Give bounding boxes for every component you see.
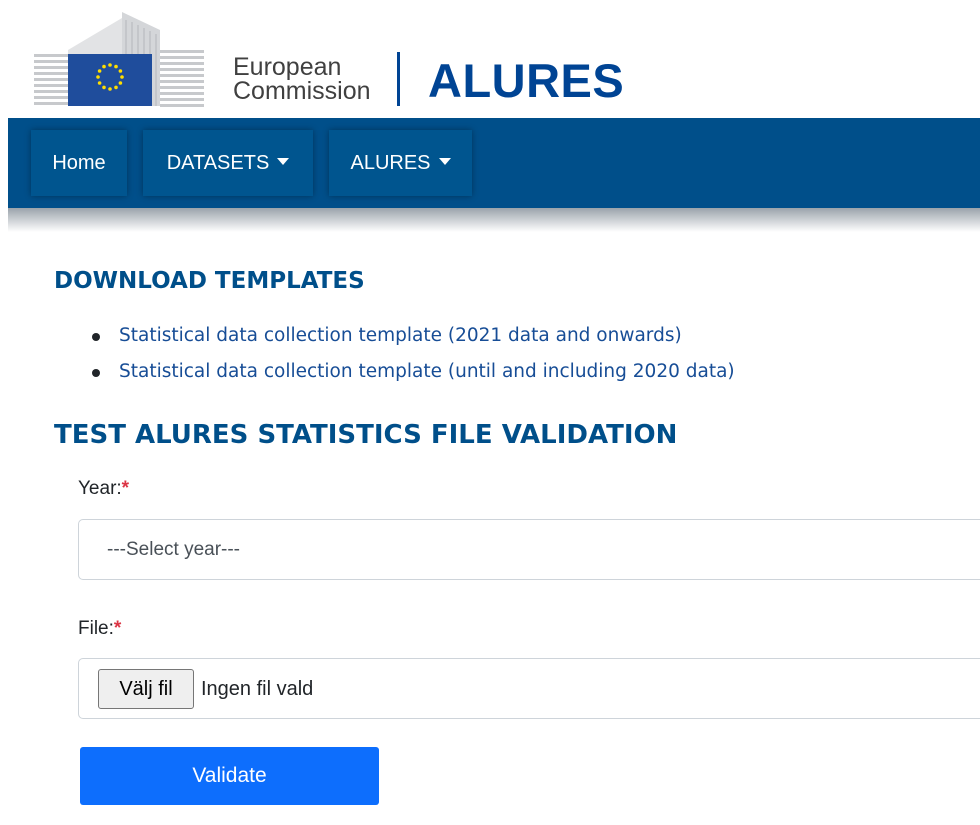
year-select-placeholder: ---Select year---	[107, 539, 241, 560]
caret-down-icon	[277, 158, 290, 165]
list-item: Statistical data collection template (20…	[92, 318, 735, 354]
logo-text: European Commission	[233, 53, 371, 105]
list-item: Statistical data collection template (un…	[92, 354, 735, 390]
logo-divider	[397, 52, 400, 106]
template-link-until-2020[interactable]: Statistical data collection template (un…	[119, 361, 735, 382]
nav-datasets-label: DATASETS	[166, 152, 270, 174]
site-header: European Commission ALURES	[0, 0, 980, 118]
file-status-text: Ingen fil vald	[201, 678, 314, 700]
validate-button[interactable]: Validate	[80, 747, 379, 805]
nav-datasets-dropdown[interactable]: DATASETS	[143, 130, 313, 196]
required-marker: *	[121, 478, 130, 499]
template-list: Statistical data collection template (20…	[92, 318, 735, 390]
logo-line-european: European	[233, 53, 342, 81]
nav-alures-label: ALURES	[350, 152, 431, 174]
nav-home[interactable]: Home	[31, 130, 127, 196]
year-label-text: Year:	[78, 478, 122, 499]
file-validation-heading: TEST ALURES STATISTICS FILE VALIDATION	[54, 420, 678, 450]
file-label-text: File:	[78, 618, 114, 639]
template-link-2021-onwards[interactable]: Statistical data collection template (20…	[119, 325, 682, 346]
year-select[interactable]: ---Select year---	[78, 519, 980, 580]
required-marker: *	[113, 618, 122, 639]
navbar-shadow	[8, 208, 980, 232]
nav-alures-dropdown[interactable]: ALURES	[329, 130, 472, 196]
main-navbar: Home DATASETS ALURES	[8, 118, 980, 208]
download-templates-heading: DOWNLOAD TEMPLATES	[54, 268, 365, 294]
nav-home-label: Home	[52, 152, 106, 174]
choose-file-button[interactable]: Välj fil	[98, 669, 194, 709]
bullet-icon	[92, 333, 100, 341]
bullet-icon	[92, 369, 100, 377]
logo-line-commission: Commission	[233, 77, 371, 105]
european-commission-logo[interactable]	[22, 10, 222, 110]
year-label: Year:*	[78, 478, 129, 500]
file-label: File:*	[78, 618, 121, 640]
file-input[interactable]: Välj fil Ingen fil vald	[78, 658, 980, 719]
site-title[interactable]: ALURES	[428, 56, 624, 106]
caret-down-icon	[438, 158, 451, 165]
